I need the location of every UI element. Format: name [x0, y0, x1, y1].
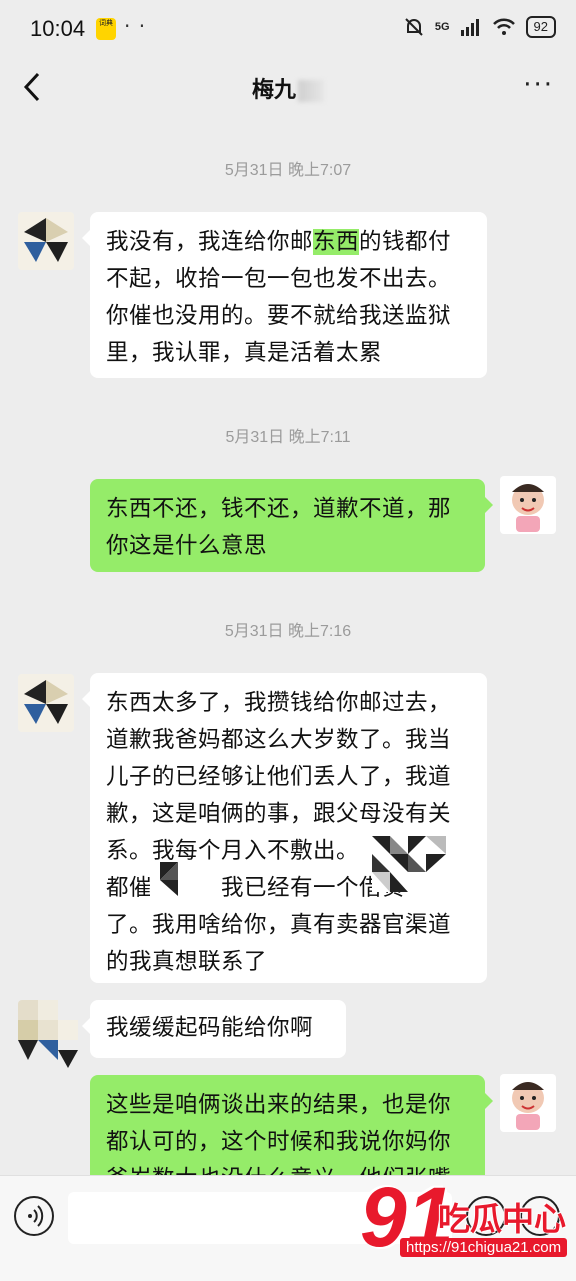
watermark-name: 吃瓜中心 — [438, 1200, 567, 1238]
chat-title: 梅九 — [0, 72, 576, 104]
message-text: 东西不还，钱不还，道歉不道，那你这是什么意思 — [106, 496, 452, 559]
message-timestamp: 5月31日 晚上7:07 — [224, 162, 352, 179]
redaction-mosaic — [150, 862, 204, 896]
signal-icon — [460, 19, 479, 36]
chat-title-text: 梅九 — [251, 78, 296, 103]
mute-bell-icon — [405, 18, 423, 36]
message-bubble-received[interactable]: 我没有，我连给你邮东西的钱都付不起，收拾一包一包也发不出去。你催也没用的。要不就… — [82, 212, 487, 378]
message-timestamp: 5月31日 晚上7:11 — [225, 429, 351, 446]
watermark-url: https://91chigua21.com — [400, 1238, 568, 1257]
message-text: 这些是咱俩谈出来的结果，也是你都认可的，这个时候和我说你妈你爸岁数大也没什么意义… — [106, 1092, 452, 1175]
voice-icon — [28, 1205, 44, 1227]
message-text: 我缓缓起码能给你啊 — [106, 1015, 314, 1041]
site-watermark: 91 吃瓜中心 https://91chigua21.com — [360, 1172, 570, 1272]
battery-indicator: 92 — [525, 16, 556, 38]
message-bubble-sent[interactable]: 东西不还，钱不还，道歉不道，那你这是什么意思 — [90, 479, 493, 572]
contact-avatar[interactable] — [18, 212, 74, 270]
wifi-icon — [492, 18, 515, 35]
title-redaction — [298, 80, 324, 102]
message-bubble-received[interactable]: 东西太多了，我攒钱给你邮过去，道歉我爸妈都这么大岁数了。我当儿子的已经够让他们丢… — [82, 673, 487, 983]
highlighted-text: 东西 — [313, 229, 360, 255]
message-text: 我没有，我连给你邮 — [106, 229, 314, 255]
self-avatar[interactable] — [500, 476, 556, 534]
status-time: 10:04 — [30, 16, 86, 41]
contact-avatar-image — [18, 674, 74, 732]
redaction-mosaic — [372, 836, 446, 892]
app-badge-icon: 词典 — [96, 18, 116, 40]
status-bar: 10:04 词典 · · 5G 92 — [0, 0, 576, 60]
chat-header: 梅九 ··· — [0, 60, 576, 116]
more-options-button[interactable]: ··· — [523, 70, 554, 100]
contact-avatar-image — [18, 1000, 78, 1068]
self-avatar[interactable] — [500, 1074, 556, 1132]
message-bubble-sent[interactable]: 这些是咱俩谈出来的结果，也是你都认可的，这个时候和我说你妈你爸岁数大也没什么意义… — [90, 1075, 493, 1175]
status-indicators: 5G 92 — [403, 16, 556, 38]
contact-avatar-image — [18, 212, 74, 270]
network-label: 5G — [434, 21, 450, 33]
contact-avatar[interactable] — [18, 674, 74, 732]
voice-button[interactable] — [14, 1196, 54, 1236]
contact-avatar[interactable] — [18, 1000, 80, 1070]
message-clip-area: 这些是咱俩谈出来的结果，也是你都认可的，这个时候和我说你妈你爸岁数大也没什么意义… — [0, 1074, 576, 1175]
notification-dots-icon: · · — [124, 14, 147, 38]
message-timestamp: 5月31日 晚上7:16 — [224, 623, 352, 640]
message-text: 东西太多了，我攒钱给你邮过去，道歉我爸妈都这么大岁数了。我当儿子的已经够让他们丢… — [106, 690, 474, 975]
self-avatar-image — [500, 1074, 556, 1132]
self-avatar-image — [500, 476, 556, 534]
message-bubble-received[interactable]: 我缓缓起码能给你啊 — [82, 1000, 346, 1058]
